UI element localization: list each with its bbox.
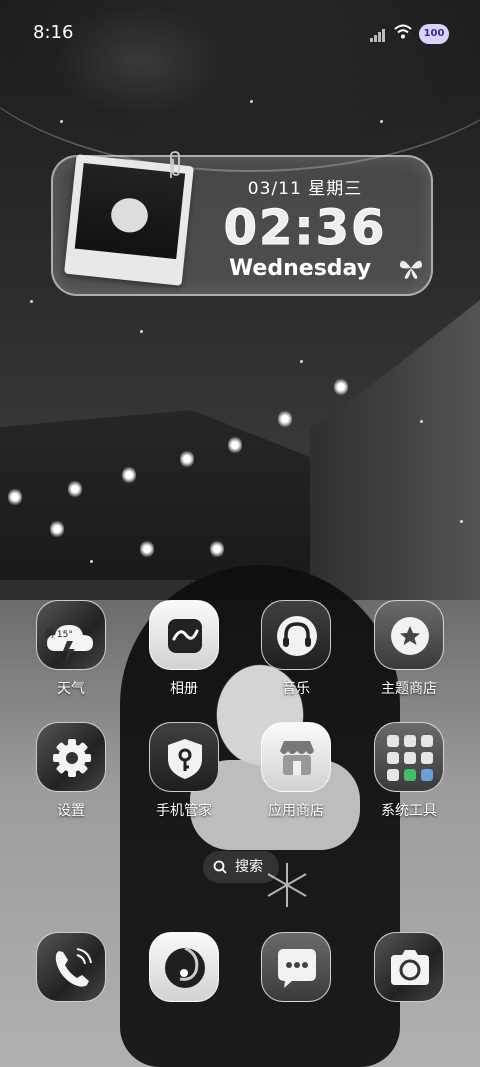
search-label: 搜索: [235, 859, 263, 875]
light-bulb: [278, 410, 292, 428]
dock-messages[interactable]: [246, 932, 346, 1037]
gear-icon: [53, 739, 91, 777]
star-icon: [391, 617, 429, 655]
app-label: 设置: [57, 803, 85, 819]
app-gallery[interactable]: 相册: [134, 600, 234, 705]
status-time: 8:16: [33, 22, 74, 43]
snowflake-icon: [267, 863, 307, 907]
light-bulb: [334, 378, 348, 396]
app-store[interactable]: 应用商店: [246, 722, 346, 827]
settings-app-icon: [36, 722, 106, 792]
dock-camera[interactable]: [359, 932, 459, 1037]
shield-key-icon: [168, 739, 202, 779]
app-music[interactable]: 音乐: [246, 600, 346, 705]
chat-bubble-icon: [278, 949, 316, 988]
app-label: 系统工具: [381, 803, 437, 819]
paperclip-icon: [170, 151, 180, 178]
gallery-app-icon: [149, 600, 219, 670]
light-bulb: [228, 436, 242, 454]
building-left: [0, 410, 320, 580]
light-bulb: [140, 540, 154, 558]
weather-badge: 阴 15°: [45, 630, 73, 640]
battery-icon: 100: [419, 24, 449, 44]
shop-icon: [280, 741, 314, 775]
app-theme-store[interactable]: 主题商店: [359, 600, 459, 705]
messages-app-icon: [261, 932, 331, 1002]
headphones-icon: [277, 616, 317, 656]
app-weather[interactable]: 阴 15° 天气: [21, 600, 121, 705]
folder-grid-icon: [387, 735, 433, 781]
app-security[interactable]: 手机管家: [134, 722, 234, 827]
butterfly-icon: [399, 260, 423, 279]
app-label: 相册: [170, 681, 198, 697]
browser-app-icon: [149, 932, 219, 1002]
status-bar: 8:16 100: [0, 0, 480, 64]
app-label: 主题商店: [381, 681, 437, 697]
signal-icon: [370, 28, 388, 42]
app-label: 音乐: [282, 681, 310, 697]
security-app-icon: [149, 722, 219, 792]
camera-app-icon: [374, 932, 444, 1002]
light-bulb: [122, 466, 136, 484]
search-icon: [213, 860, 227, 874]
folder-system-tools[interactable]: 系统工具: [359, 722, 459, 827]
gallery-icon: [168, 619, 202, 653]
building-right: [310, 300, 480, 620]
app-settings[interactable]: 设置: [21, 722, 121, 827]
phone-icon: [55, 948, 92, 987]
app-store-app-icon: [261, 722, 331, 792]
dock-phone[interactable]: [21, 932, 121, 1037]
widget-time: 02:36: [223, 200, 387, 257]
dock-browser[interactable]: [134, 932, 234, 1037]
camera-icon: [391, 950, 429, 985]
light-bulb: [180, 450, 194, 468]
wifi-icon: [394, 24, 412, 39]
folder-icon: [374, 722, 444, 792]
theme-store-app-icon: [374, 600, 444, 670]
light-bulb: [50, 520, 64, 538]
app-label: 天气: [57, 681, 85, 697]
light-bulb: [210, 540, 224, 558]
light-bulb: [68, 480, 82, 498]
weather-app-icon: 阴 15°: [36, 600, 106, 670]
browser-icon: [165, 946, 205, 988]
widget-weekday: Wednesday: [228, 256, 372, 281]
widget-date: 03/11 星期三: [247, 179, 363, 199]
music-app-icon: [261, 600, 331, 670]
app-label: 应用商店: [268, 803, 324, 819]
light-bulb: [8, 488, 22, 506]
app-label: 手机管家: [156, 803, 212, 819]
phone-app-icon: [36, 932, 106, 1002]
